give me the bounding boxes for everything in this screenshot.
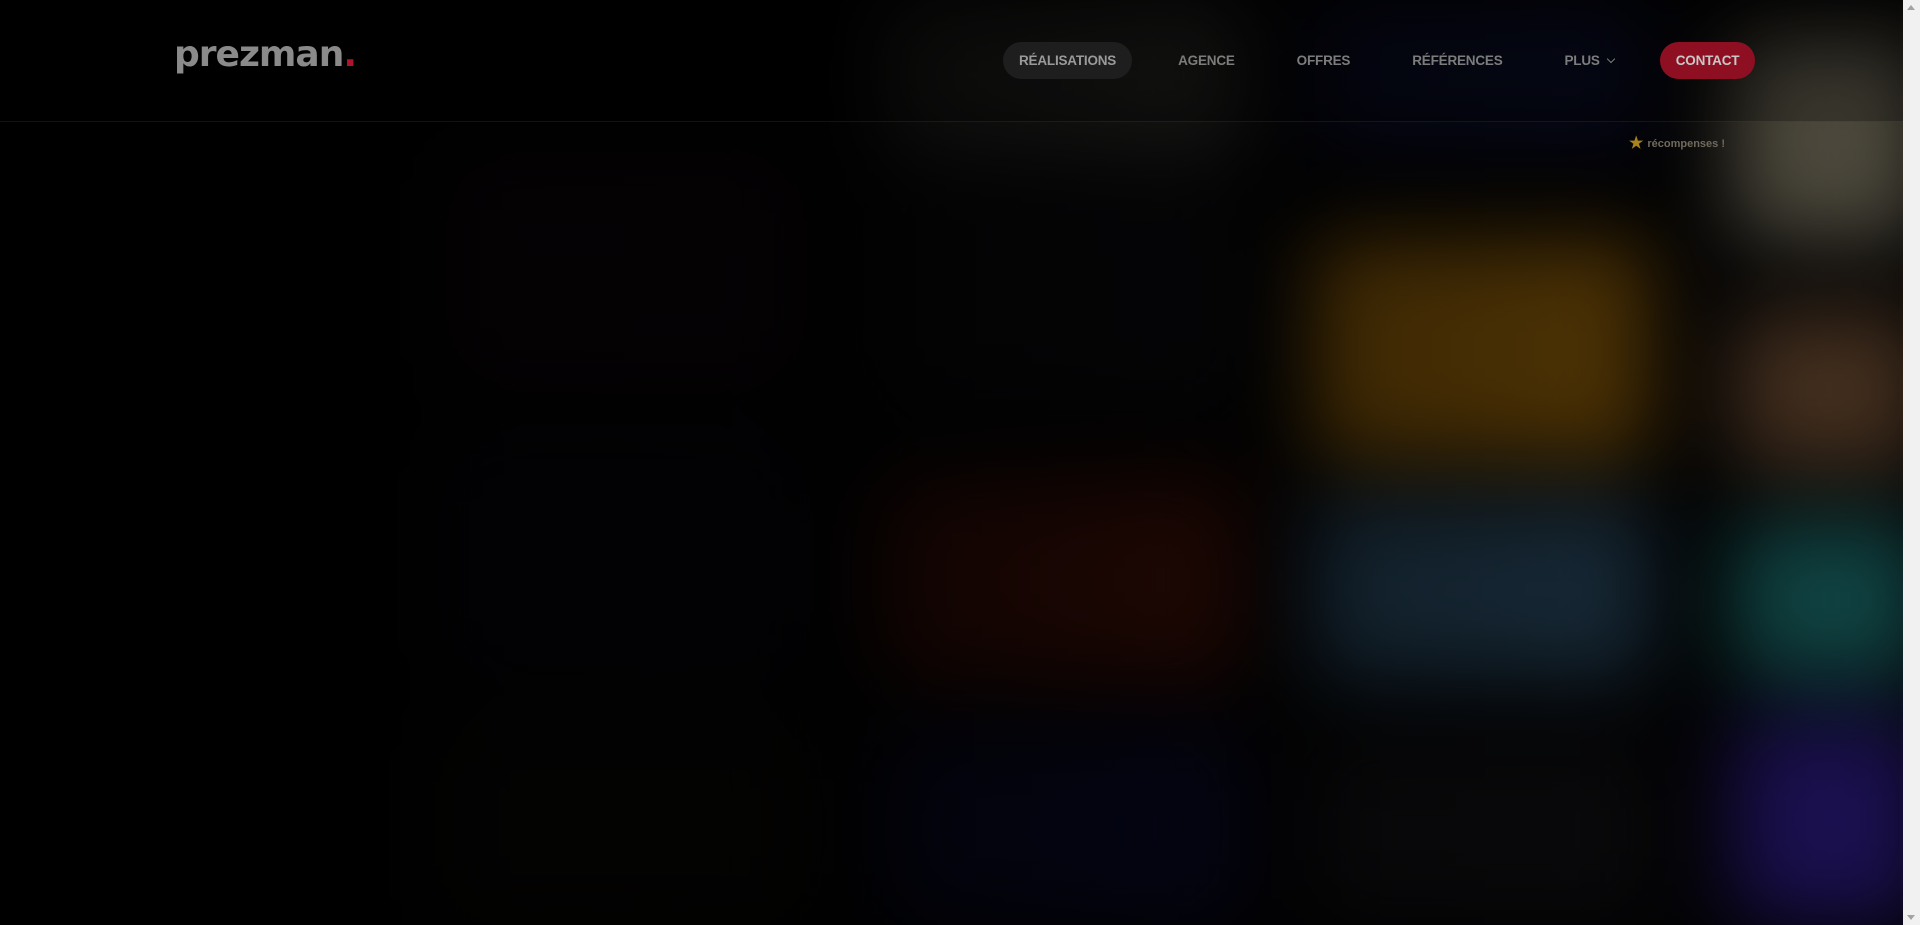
logo-text: prezman [174,34,344,75]
awards-label: récompenses ! [1647,138,1725,150]
vertical-scrollbar[interactable] [1903,0,1920,925]
prezman-logo[interactable]: prezman. [174,34,357,75]
star-icon: ★ [1629,135,1644,152]
scroll-up-arrow-icon[interactable] [1907,5,1915,10]
scroll-down-arrow-icon[interactable] [1907,915,1915,920]
contact-button[interactable]: CONTACT [1659,42,1756,79]
logo-dot: . [343,34,357,75]
page: prezman. RÉALISATIONS AGENCE OFFRES RÉFÉ… [0,0,1920,925]
nav-item-agence[interactable]: AGENCE [1162,42,1251,79]
nav-item-plus[interactable]: PLUS [1549,42,1630,79]
site-header: prezman. RÉALISATIONS AGENCE OFFRES RÉFÉ… [0,0,1903,122]
nav-item-references[interactable]: RÉFÉRENCES [1396,42,1518,79]
awards-link[interactable]: ★ récompenses ! [1629,136,1725,152]
nav-item-offres[interactable]: OFFRES [1281,42,1367,79]
nav-item-plus-label: PLUS [1564,53,1600,68]
chevron-down-icon [1606,54,1615,64]
main-nav: RÉALISATIONS AGENCE OFFRES RÉFÉRENCES PL… [1003,42,1756,79]
nav-item-realisations[interactable]: RÉALISATIONS [1003,42,1133,79]
